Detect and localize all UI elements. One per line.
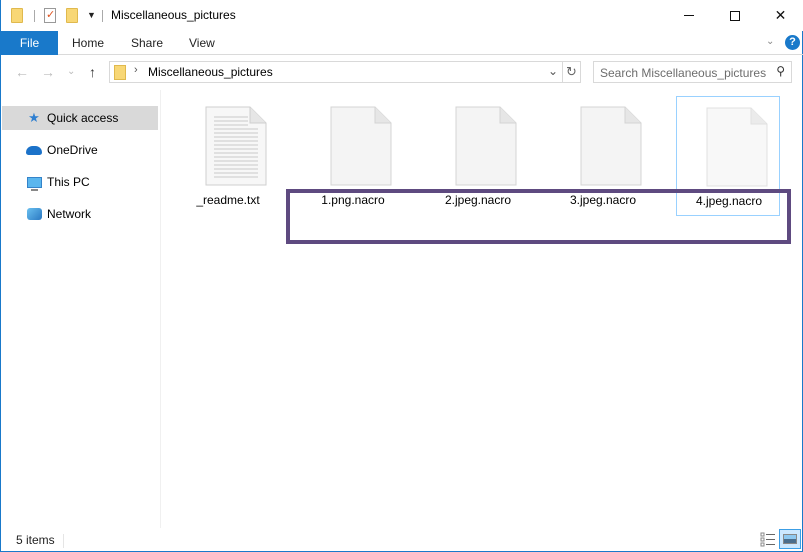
address-dropdown-icon[interactable]: ⌄: [548, 64, 558, 78]
item-count: 5 items: [16, 533, 55, 547]
search-placeholder: Search Miscellaneous_pictures: [600, 66, 767, 80]
search-input[interactable]: Search Miscellaneous_pictures ⚲: [593, 61, 792, 83]
tab-view[interactable]: View: [189, 31, 215, 55]
large-icons-view-button[interactable]: [779, 529, 801, 549]
blank-document-icon: [330, 106, 392, 186]
network-icon: [26, 206, 42, 222]
toolbar-separator: [102, 10, 103, 22]
navigation-pane: ★ Quick access OneDrive This PC Network: [1, 90, 160, 530]
annotation-highlight-box: [286, 189, 791, 244]
search-icon[interactable]: ⚲: [776, 64, 785, 78]
sidebar-item-label: This PC: [47, 175, 90, 189]
blank-document-icon: [706, 107, 768, 187]
sidebar-item-label: OneDrive: [47, 143, 98, 157]
ribbon: File Home Share View ⌄ ?: [1, 31, 803, 55]
new-folder-icon[interactable]: [66, 8, 78, 23]
expand-ribbon-chevron-icon[interactable]: ⌄: [766, 36, 774, 47]
refresh-button[interactable]: ↻: [563, 61, 581, 83]
sidebar-item-label: Network: [47, 207, 92, 221]
tab-file[interactable]: File: [1, 31, 58, 55]
sidebar-item-quick-access[interactable]: ★ Quick access: [2, 106, 158, 130]
tab-share[interactable]: Share: [131, 31, 163, 55]
status-separator: [63, 534, 64, 548]
blank-document-icon: [455, 106, 517, 186]
navigation-bar: ← → ⌄ ↑ › Miscellaneous_pictures ⌄ ↻ Sea…: [1, 56, 803, 90]
close-icon: ✕: [774, 7, 787, 23]
file-name: _readme.txt: [196, 193, 260, 207]
large-icons-view-icon: [783, 534, 797, 544]
recent-locations-button[interactable]: ⌄: [67, 66, 75, 77]
forward-button[interactable]: →: [41, 64, 55, 80]
maximize-icon: [729, 10, 740, 21]
toolbar-separator: [34, 10, 35, 22]
tab-home[interactable]: Home: [72, 31, 104, 55]
up-button[interactable]: ↑: [89, 64, 96, 80]
status-bar: 5 items: [1, 528, 803, 552]
cloud-icon: [26, 142, 42, 158]
breadcrumb-chevron-icon[interactable]: ›: [134, 64, 138, 76]
minimize-button[interactable]: [666, 0, 711, 31]
file-list: _readme.txt 1.png.nacro 2.jpeg.nacro 3.j…: [161, 90, 803, 528]
details-view-icon[interactable]: [760, 531, 776, 547]
properties-icon[interactable]: [44, 8, 56, 23]
quick-access-toolbar-dropdown[interactable]: ▼: [87, 10, 96, 20]
sidebar-item-this-pc[interactable]: This PC: [2, 170, 158, 194]
breadcrumb-current-folder[interactable]: Miscellaneous_pictures: [148, 65, 273, 79]
blank-document-icon: [580, 106, 642, 186]
text-document-icon: [205, 106, 267, 186]
title-bar: ▼ Miscellaneous_pictures ✕: [1, 0, 803, 31]
sidebar-item-label: Quick access: [47, 111, 119, 125]
back-button[interactable]: ←: [15, 64, 29, 80]
file-explorer-window: ▼ Miscellaneous_pictures ✕ File Home Sha…: [0, 0, 803, 552]
help-icon[interactable]: ?: [785, 35, 800, 50]
sidebar-item-onedrive[interactable]: OneDrive: [2, 138, 158, 162]
close-button[interactable]: ✕: [758, 0, 803, 31]
computer-icon: [26, 174, 42, 191]
address-bar[interactable]: › Miscellaneous_pictures ⌄: [109, 61, 563, 83]
file-item[interactable]: _readme.txt: [176, 96, 280, 216]
folder-icon[interactable]: [11, 8, 23, 23]
maximize-button[interactable]: [712, 0, 757, 31]
minimize-icon: [683, 15, 694, 16]
folder-icon: [114, 65, 126, 80]
sidebar-item-network[interactable]: Network: [2, 202, 158, 226]
window-title: Miscellaneous_pictures: [111, 8, 236, 22]
star-icon: ★: [28, 110, 40, 125]
